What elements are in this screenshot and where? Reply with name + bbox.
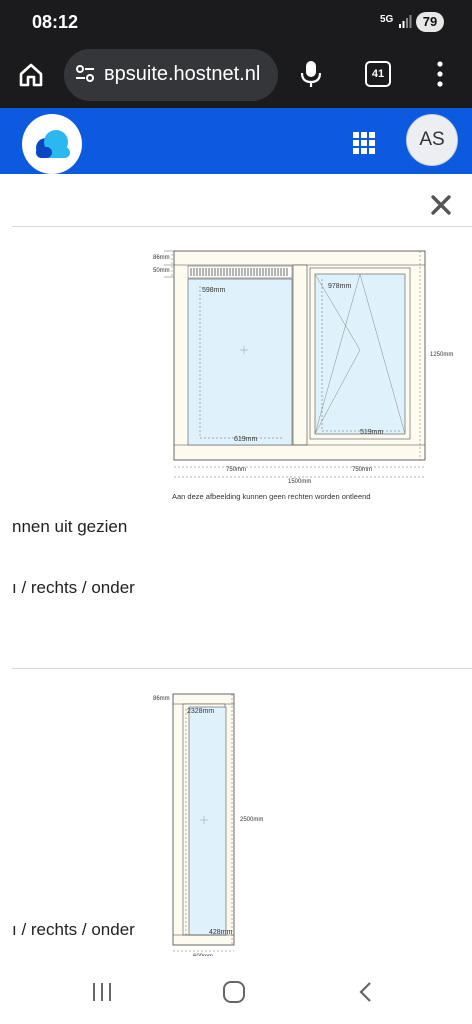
section-divider (12, 226, 472, 227)
microphone-icon[interactable] (300, 60, 322, 88)
network-type: 5G (380, 14, 394, 25)
home-button-icon[interactable] (222, 981, 246, 1003)
dim-left-height: 598mm (202, 287, 226, 294)
dim2-top-frame: 86mm (153, 696, 170, 702)
section-divider (12, 668, 472, 669)
dim-left-width: 619mm (234, 436, 258, 443)
dim-right-width: 519mm (360, 429, 384, 436)
dim2-total-height: 2500mm (240, 817, 263, 823)
sides-text-1: ı / rechts / onder (12, 578, 135, 597)
more-menu-icon[interactable] (436, 60, 444, 88)
back-icon[interactable] (356, 981, 376, 1003)
close-icon[interactable] (428, 192, 454, 218)
view-from-text: nnen uit gezien (12, 517, 128, 536)
status-time: 08:12 (32, 12, 79, 32)
recent-apps-icon[interactable] (90, 981, 114, 1003)
browser-toolbar: ʙpsuite.hostnet.nl 41 (0, 44, 472, 108)
address-bar[interactable]: ʙpsuite.hostnet.nl (64, 49, 278, 101)
dim-right-height: 978mm (328, 283, 352, 290)
apps-grid-icon[interactable] (352, 131, 376, 155)
battery-indicator: 79 (416, 12, 444, 32)
status-bar: 08:12 5G 79 (0, 0, 472, 44)
dim2-glass-width: 428mm (209, 929, 233, 936)
url-text: ʙpsuite.hostnet.nl (104, 63, 261, 85)
site-settings-icon[interactable] (74, 63, 96, 85)
disclaimer-text: Aan deze afbeelding kunnen geen rechten … (172, 492, 371, 501)
dim-seg2: 750mm (352, 467, 372, 473)
tab-switcher-button[interactable]: 41 (365, 61, 391, 87)
dim-total-width: 1500mm (288, 479, 311, 485)
dim-total-height: 1250mm (430, 352, 453, 358)
avatar[interactable]: AS (406, 114, 458, 166)
dim-top-frame: 86mm (153, 255, 170, 261)
detail-panel: 86mm 50mm 598mm 978mm 619mm 519mm 1250mm… (0, 174, 472, 956)
app-header (0, 108, 472, 174)
dim2-glass-height: 2328mm (187, 708, 214, 715)
app-logo[interactable] (22, 114, 82, 174)
signal-icon (399, 15, 412, 28)
system-nav-bar (0, 956, 472, 1024)
home-icon[interactable] (18, 62, 44, 88)
sides-text-2: ı / rechts / onder (12, 920, 135, 939)
cloud-icon (36, 130, 70, 158)
window-drawing-2: 86mm 2328mm 2500mm 428mm 600mm (153, 693, 263, 956)
window-drawing-1: 86mm 50mm 598mm 978mm 619mm 519mm 1250mm… (153, 250, 453, 485)
dim-seg1: 750mm (226, 467, 246, 473)
dim-vent: 50mm (153, 268, 170, 274)
